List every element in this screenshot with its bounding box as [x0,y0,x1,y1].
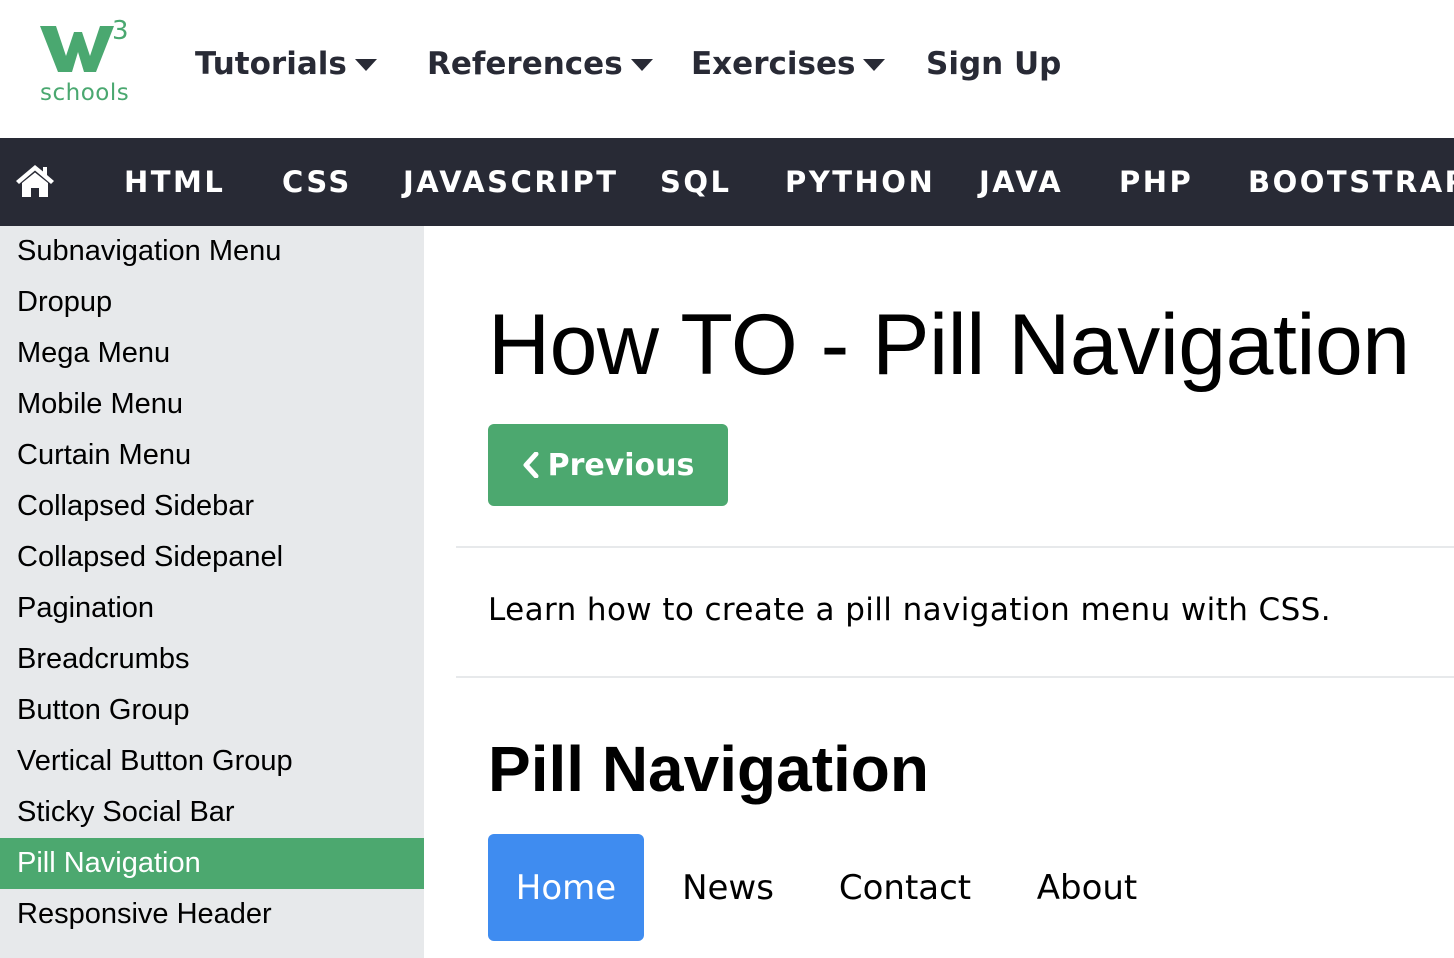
intro-text: Learn how to create a pill navigation me… [488,592,1331,628]
nav-html[interactable]: HTML [124,138,225,226]
logo-superscript: 3 [112,16,129,46]
pill-about[interactable]: About [1018,834,1156,941]
main-content: How TO - Pill Navigation Previous Learn … [424,226,1454,958]
sidebar-item-collapsed-sidepanel[interactable]: Collapsed Sidepanel [0,532,424,583]
nav-sql[interactable]: SQL [660,138,732,226]
chevron-left-icon [523,452,539,478]
section-title: Pill Navigation [488,733,929,805]
divider [456,546,1454,548]
topnav-tutorials-label: Tutorials [195,46,347,82]
top-header: 3 schools Tutorials References Exercises… [0,0,1454,138]
sidebar-item-responsive-header[interactable]: Responsive Header [0,889,424,940]
nav-css[interactable]: CSS [282,138,352,226]
nav-javascript[interactable]: JAVASCRIPT [403,138,619,226]
topnav-exercises-label: Exercises [691,46,856,82]
sidebar-item-button-group[interactable]: Button Group [0,685,424,736]
sidebar: Subnavigation Menu Dropup Mega Menu Mobi… [0,226,424,958]
sidebar-item-vertical-button-group[interactable]: Vertical Button Group [0,736,424,787]
home-icon[interactable] [14,162,56,200]
sidebar-item-mega-menu[interactable]: Mega Menu [0,328,424,379]
topnav-exercises[interactable]: Exercises [691,40,886,88]
pill-contact[interactable]: Contact [820,834,990,941]
caret-down-icon [863,59,886,71]
w3schools-logo[interactable]: 3 schools [38,16,134,110]
logo-text: schools [40,80,130,106]
sidebar-item-mobile-menu[interactable]: Mobile Menu [0,379,424,430]
sidebar-item-pagination[interactable]: Pagination [0,583,424,634]
topnav-tutorials[interactable]: Tutorials [195,40,377,88]
sidebar-item-breadcrumbs[interactable]: Breadcrumbs [0,634,424,685]
previous-button-label: Previous [547,447,695,483]
page-title: How TO - Pill Navigation [488,297,1410,393]
nav-bootstrap[interactable]: BOOTSTRAP [1248,138,1454,226]
divider [456,676,1454,678]
topnav-references-label: References [427,46,623,82]
sidebar-item-curtain-menu[interactable]: Curtain Menu [0,430,424,481]
sidebar-item-dropup[interactable]: Dropup [0,277,424,328]
pill-news[interactable]: News [660,834,796,941]
sidebar-item-collapsed-sidebar[interactable]: Collapsed Sidebar [0,481,424,532]
logo-w-icon [40,26,114,72]
topnav-signup-label: Sign Up [926,46,1062,82]
topnav-references[interactable]: References [427,40,653,88]
caret-down-icon [630,59,653,71]
language-navbar: HTML CSS JAVASCRIPT SQL PYTHON JAVA PHP … [0,138,1454,226]
pill-home[interactable]: Home [488,834,644,941]
sidebar-item-sticky-social-bar[interactable]: Sticky Social Bar [0,787,424,838]
previous-button[interactable]: Previous [488,424,728,506]
nav-python[interactable]: PYTHON [785,138,935,226]
sidebar-item-subnavigation-menu[interactable]: Subnavigation Menu [0,226,424,277]
nav-java[interactable]: JAVA [979,138,1063,226]
topnav-signup[interactable]: Sign Up [926,40,1061,88]
caret-down-icon [354,59,377,71]
sidebar-item-pill-navigation[interactable]: Pill Navigation [0,838,424,889]
nav-php[interactable]: PHP [1119,138,1193,226]
